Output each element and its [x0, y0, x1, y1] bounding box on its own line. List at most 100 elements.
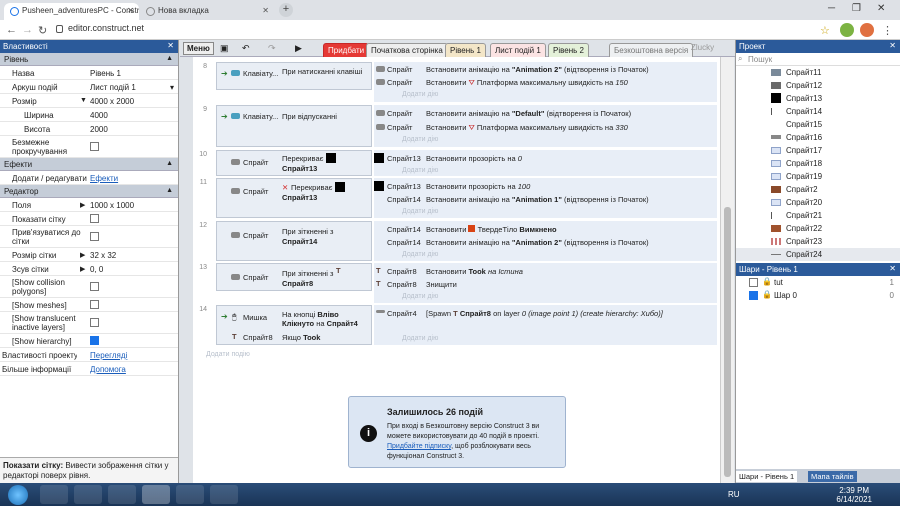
scrollbar-thumb[interactable]	[724, 207, 731, 477]
help-link[interactable]: Допомога	[90, 365, 126, 374]
add-action-link[interactable]: Додати дію	[402, 136, 438, 143]
prop-hierarchy[interactable]: [Show hierarchy]	[0, 334, 178, 348]
prop-more[interactable]: Більше інформації Допомога	[0, 362, 178, 376]
browser-menu-icon[interactable]: ⋮	[882, 24, 893, 37]
add-action-link[interactable]: Додати дію	[402, 335, 438, 342]
tree-item[interactable]: Спрайт19	[736, 170, 900, 183]
maximize-icon[interactable]: ❐	[852, 3, 861, 14]
tree-item[interactable]: Спрайт18	[736, 157, 900, 170]
lock-icon[interactable]: 🔒	[762, 277, 772, 286]
condition-block[interactable]: Спрайт При зіткненні з T Спрайт8	[216, 263, 372, 291]
action-block[interactable]: Спрайт4 [Spawn T Спрайт8 on layer 0 (ima…	[374, 305, 717, 345]
prop-meshes[interactable]: [Show meshes]	[0, 298, 178, 312]
collapse-icon[interactable]: ▲	[166, 55, 173, 62]
prop-project[interactable]: Властивості проекту Переглядi	[0, 348, 178, 362]
profile-avatar[interactable]	[860, 23, 874, 37]
tree-item[interactable]: Спрайт11	[736, 66, 900, 79]
tab-layers[interactable]: Шари - Рівень 1	[736, 471, 798, 482]
tab-level-2[interactable]: Рівень 2	[548, 43, 589, 57]
close-panel-icon[interactable]: ✕	[889, 41, 896, 50]
add-event-link[interactable]: Додати подію	[206, 351, 250, 358]
event-row[interactable]: 12 Спрайт При зіткненні з Спрайт14 Спрай…	[193, 220, 720, 262]
tab-level-1[interactable]: Рівень 1	[445, 43, 486, 57]
prop-snap[interactable]: Прив'язуватися до сітки	[0, 226, 178, 248]
back-icon[interactable]: ←	[6, 24, 17, 36]
explorer-icon[interactable]	[108, 485, 136, 504]
prop-translucent[interactable]: [Show translucent inactive layers]	[0, 312, 178, 334]
prop-grid-offset[interactable]: ▶ Зсув сітки 0, 0	[0, 262, 178, 276]
redo-icon[interactable]: ↷	[268, 43, 276, 54]
layer-row[interactable]: 🔒 Шар 0 0	[736, 289, 900, 302]
tree-item[interactable]: Спрайт20	[736, 196, 900, 209]
prop-value[interactable]: Лист подій 1	[90, 83, 136, 92]
windows-start-button[interactable]	[8, 485, 28, 505]
lock-icon[interactable]: 🔒	[762, 290, 772, 299]
chrome-icon[interactable]	[142, 485, 170, 504]
view-link[interactable]: Переглядi	[90, 351, 127, 360]
tab-buy[interactable]: Придбати	[323, 43, 370, 57]
action-block[interactable]: Спрайт Встановити анімацію на "Default" …	[374, 105, 717, 147]
tree-item[interactable]: Спрайт17	[736, 144, 900, 157]
action-block[interactable]: Спрайт13 Встановити прозорість на 100 Сп…	[374, 178, 717, 218]
snap-checkbox[interactable]	[90, 232, 99, 241]
event-row[interactable]: 13 Спрайт При зіткненні з T Спрайт8 T Сп…	[193, 262, 720, 304]
media-player-icon[interactable]	[74, 485, 102, 504]
collision-checkbox[interactable]	[90, 282, 99, 291]
tree-item[interactable]: Спрайт13	[736, 92, 900, 105]
prop-show-grid[interactable]: Показати сітку	[0, 212, 178, 226]
free-version-badge[interactable]: Безкоштовна версія	[609, 43, 694, 57]
layer-row[interactable]: 🔒 tut 1	[736, 276, 900, 289]
language-indicator[interactable]: RU	[728, 490, 740, 499]
meshes-checkbox[interactable]	[90, 300, 99, 309]
prop-name[interactable]: Назва Рівень 1	[0, 66, 178, 80]
section-level[interactable]: Рівень ▲	[0, 53, 178, 66]
ie-icon[interactable]	[40, 485, 68, 504]
tree-item[interactable]: Спрайт12	[736, 79, 900, 92]
collapse-icon[interactable]: ▲	[166, 187, 173, 194]
prop-collision[interactable]: [Show collision polygons]	[0, 276, 178, 298]
prop-width[interactable]: Ширина 4000	[0, 108, 178, 122]
event-row[interactable]: 11 Спрайт ✕ Перекриває Спрайт13 Спрайт13…	[193, 177, 720, 219]
tree-item[interactable]: Спрайт16	[736, 131, 900, 144]
prop-unbounded[interactable]: Безмежне прокручування	[0, 136, 178, 158]
prop-event-sheet[interactable]: Аркуш подій Лист подій 1 ▾	[0, 80, 178, 94]
project-search[interactable]: ⌕ Пошук	[736, 53, 900, 66]
prop-effects[interactable]: Додати / редагувати Ефекти	[0, 171, 178, 185]
condition-block[interactable]: ➔ Клавіату... При натисканні клавіші	[216, 62, 372, 90]
system-clock[interactable]: 2:39 PM 6/14/2021	[836, 486, 872, 504]
event-row[interactable]: 9 ➔ Клавіату... При відпусканні Спрайт В…	[193, 104, 720, 148]
event-row[interactable]: 14 ➔ 🖱 Мишка На кнопці Вліво Клікнуто на…	[193, 304, 720, 346]
section-effects[interactable]: Ефекти ▲	[0, 158, 178, 171]
menu-button[interactable]: Меню	[183, 42, 214, 55]
browser-tab-new[interactable]: Нова вкладка ✕	[140, 3, 274, 20]
browser-tab-construct[interactable]: Pusheen_adventuresPC - Construct ✕	[4, 3, 139, 20]
close-tab-icon[interactable]: ✕	[127, 6, 134, 15]
chrome-second-icon[interactable]	[176, 485, 204, 504]
prop-value[interactable]: Рівень 1	[90, 69, 121, 78]
tree-item-selected[interactable]: Спрайт24	[736, 248, 900, 261]
action-block[interactable]: Спрайт13 Встановити прозорість на 0 Дода…	[374, 150, 717, 176]
tab-tilemap[interactable]: Мапа тайлів	[808, 471, 857, 482]
condition-block[interactable]: ➔ Клавіату... При відпусканні	[216, 105, 372, 147]
action-block[interactable]: Спрайт14 Встановити ТвердеТіло Вимкнено …	[374, 221, 717, 261]
action-block[interactable]: T Спрайт8 Встановити Took на Істина T Сп…	[374, 263, 717, 303]
forward-icon[interactable]: →	[22, 24, 33, 36]
reload-icon[interactable]: ↻	[38, 24, 47, 37]
layer-visible-checkbox[interactable]	[749, 278, 758, 287]
discord-icon[interactable]	[210, 485, 238, 504]
subscribe-link[interactable]: Придбайте підписку	[387, 443, 451, 450]
new-tab-button[interactable]: +	[279, 3, 293, 17]
condition-block[interactable]: Спрайт Перекриває Спрайт13	[216, 150, 372, 176]
tree-item[interactable]: Спрайт14	[736, 105, 900, 118]
save-icon[interactable]: ▣	[220, 43, 229, 54]
undo-icon[interactable]: ↶	[242, 43, 250, 54]
tree-item[interactable]: Спрайт21	[736, 209, 900, 222]
condition-block[interactable]: ➔ 🖱 Мишка На кнопці Вліво Клікнуто на Сп…	[216, 305, 372, 345]
close-panel-icon[interactable]: ✕	[167, 41, 174, 50]
prop-value[interactable]: 4000	[90, 111, 108, 120]
prop-grid-size[interactable]: ▶ Розмір сітки 32 x 32	[0, 248, 178, 262]
close-window-icon[interactable]: ✕	[877, 3, 885, 14]
prop-height[interactable]: Висота 2000	[0, 122, 178, 136]
condition-block[interactable]: Спрайт ✕ Перекриває Спрайт13	[216, 178, 372, 218]
add-action-link[interactable]: Додати дію	[402, 251, 438, 258]
